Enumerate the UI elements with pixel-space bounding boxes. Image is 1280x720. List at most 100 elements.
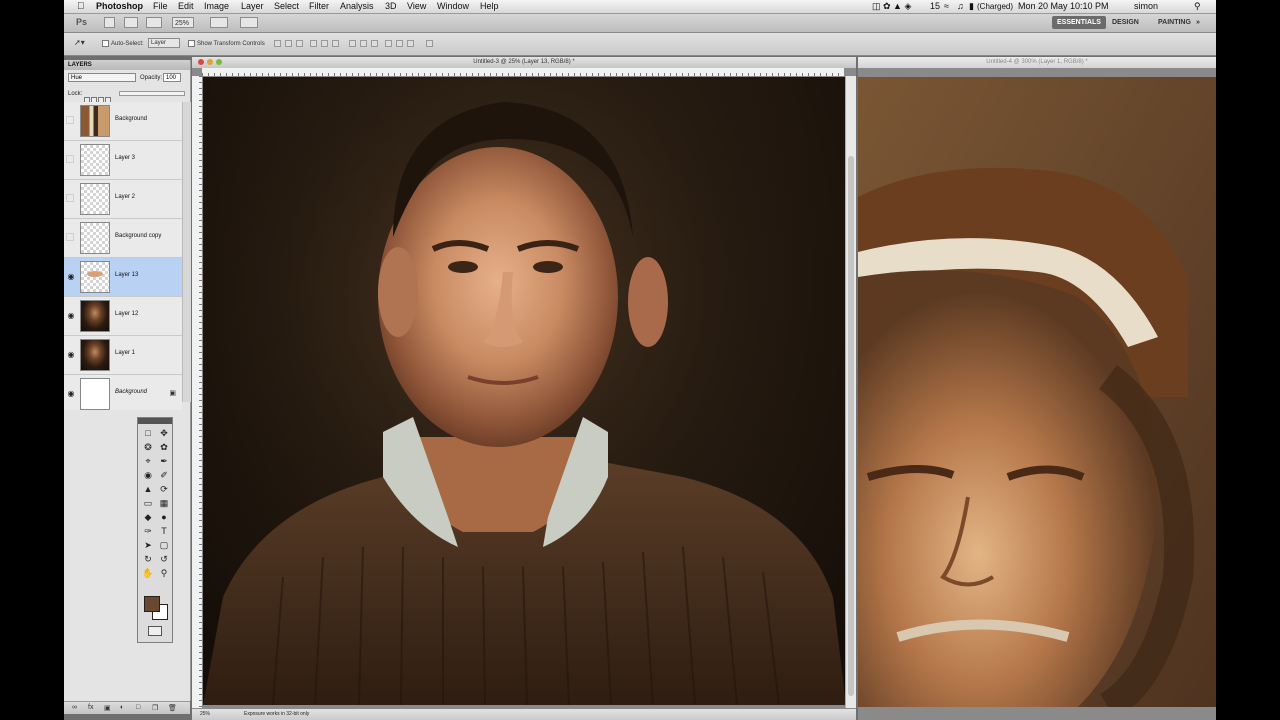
workspace-essentials[interactable]: ESSENTIALS bbox=[1052, 16, 1106, 29]
layer-name[interactable]: Layer 3 bbox=[115, 155, 135, 161]
type-tool-icon[interactable]: T bbox=[156, 524, 172, 538]
clone-stamp-tool-icon[interactable]: ▲ bbox=[140, 482, 156, 496]
add-mask-icon[interactable]: ▣ bbox=[104, 704, 111, 712]
distribute-bottom-icon[interactable] bbox=[371, 40, 378, 47]
zoom-tool-icon[interactable]: ⚲ bbox=[156, 566, 172, 580]
bridge-icon[interactable] bbox=[104, 17, 115, 28]
arrange-documents-icon[interactable] bbox=[210, 17, 228, 28]
auto-select-target-select[interactable]: Layer bbox=[148, 38, 180, 48]
auto-select-checkbox[interactable]: Auto-Select: bbox=[102, 40, 144, 47]
shape-tool-icon[interactable]: ▢ bbox=[156, 538, 172, 552]
menu-window[interactable]: Window bbox=[437, 1, 469, 12]
layer-row[interactable]: Layer 2 bbox=[64, 180, 182, 219]
mini-bridge-icon[interactable] bbox=[124, 17, 138, 28]
visibility-toggle[interactable] bbox=[66, 116, 74, 124]
status-zoom[interactable]: 25% bbox=[200, 709, 210, 720]
workspace-painting[interactable]: PAINTING bbox=[1153, 16, 1196, 29]
wifi-icon[interactable]: ≈ bbox=[944, 1, 949, 12]
eyedropper-tool-icon[interactable]: ✒ bbox=[156, 454, 172, 468]
layers-scrollbar[interactable] bbox=[182, 102, 191, 402]
menu-image[interactable]: Image bbox=[204, 1, 229, 12]
speaker-icon[interactable]: ♫ bbox=[957, 1, 964, 12]
layer-row[interactable]: ◉ Background ▣ bbox=[64, 375, 182, 414]
menu-filter[interactable]: Filter bbox=[309, 1, 329, 12]
more-workspaces-icon[interactable]: » bbox=[1191, 16, 1205, 29]
eraser-tool-icon[interactable]: ▭ bbox=[140, 496, 156, 510]
layer-name[interactable]: Layer 1 bbox=[115, 350, 135, 356]
apple-icon[interactable]:  bbox=[77, 1, 85, 12]
canvas-reference[interactable] bbox=[858, 77, 1216, 707]
menu-help[interactable]: Help bbox=[480, 1, 499, 12]
menu-select[interactable]: Select bbox=[274, 1, 299, 12]
align-vcenter-icon[interactable] bbox=[285, 40, 292, 47]
menu-layer[interactable]: Layer bbox=[241, 1, 264, 12]
align-top-icon[interactable] bbox=[274, 40, 281, 47]
distribute-right-icon[interactable] bbox=[407, 40, 414, 47]
path-select-tool-icon[interactable]: ➤ bbox=[140, 538, 156, 552]
3d-rotate-tool-icon[interactable]: ↻ bbox=[140, 552, 156, 566]
new-group-icon[interactable]: □ bbox=[136, 704, 140, 711]
layer-row[interactable]: Background copy bbox=[64, 219, 182, 258]
move-tool-icon[interactable]: ✥ bbox=[156, 426, 172, 440]
zoom-window-icon[interactable] bbox=[216, 59, 222, 65]
layer-row[interactable]: ◉ Layer 1 bbox=[64, 336, 182, 375]
auto-align-icon[interactable] bbox=[426, 40, 433, 47]
layers-tab[interactable]: LAYERS bbox=[64, 60, 190, 70]
quick-mask-icon[interactable] bbox=[148, 626, 162, 636]
history-brush-tool-icon[interactable]: ⟳ bbox=[156, 482, 172, 496]
distribute-vcenter-icon[interactable] bbox=[360, 40, 367, 47]
dodge-tool-icon[interactable]: ● bbox=[156, 510, 172, 524]
menu-analysis[interactable]: Analysis bbox=[340, 1, 374, 12]
eye-icon[interactable]: ◉ bbox=[66, 389, 76, 399]
menu-file[interactable]: File bbox=[153, 1, 168, 12]
status-icons[interactable]: ◫ ✿ ▲ ◈ bbox=[872, 1, 911, 12]
screen-mode-icon[interactable] bbox=[240, 17, 258, 28]
gradient-tool-icon[interactable]: ▦ bbox=[156, 496, 172, 510]
blend-mode-select[interactable]: Hue bbox=[68, 73, 136, 82]
menu-user[interactable]: simon bbox=[1134, 1, 1158, 12]
align-bottom-icon[interactable] bbox=[296, 40, 303, 47]
scrollbar-thumb[interactable] bbox=[848, 156, 854, 696]
3d-orbit-tool-icon[interactable]: ↺ bbox=[156, 552, 172, 566]
align-right-icon[interactable] bbox=[332, 40, 339, 47]
opacity-input[interactable]: 100 bbox=[163, 73, 181, 82]
document-title-bar[interactable]: Untitled-3 @ 25% (Layer 13, RGB/8) * bbox=[192, 57, 856, 68]
new-layer-icon[interactable]: ❐ bbox=[152, 704, 158, 712]
visibility-toggle[interactable] bbox=[66, 155, 74, 163]
move-tool-preset-icon[interactable]: ➚▾ bbox=[74, 38, 85, 47]
vertical-ruler[interactable] bbox=[192, 76, 203, 708]
lock-options[interactable] bbox=[84, 90, 116, 103]
foreground-color-swatch[interactable] bbox=[144, 596, 160, 612]
eye-icon[interactable]: ◉ bbox=[66, 311, 76, 321]
layer-style-icon[interactable]: fx bbox=[88, 704, 93, 711]
canvas-portrait[interactable] bbox=[203, 77, 846, 705]
distribute-left-icon[interactable] bbox=[385, 40, 392, 47]
layer-name[interactable]: Layer 2 bbox=[115, 194, 135, 200]
menu-edit[interactable]: Edit bbox=[178, 1, 194, 12]
crop-tool-icon[interactable]: ⌖ bbox=[140, 454, 156, 468]
layer-name[interactable]: Background bbox=[115, 116, 147, 122]
document-title-bar[interactable]: Untitled-4 @ 300% (Layer 1, RGB/8) * bbox=[858, 57, 1216, 68]
quick-select-tool-icon[interactable]: ✿ bbox=[156, 440, 172, 454]
zoom-level-select[interactable]: 25% bbox=[172, 17, 194, 28]
spotlight-search-icon[interactable]: ⚲ bbox=[1194, 1, 1201, 12]
menu-3d[interactable]: 3D bbox=[385, 1, 397, 12]
eye-icon[interactable]: ◉ bbox=[66, 350, 76, 360]
distribute-top-icon[interactable] bbox=[349, 40, 356, 47]
distribute-hcenter-icon[interactable] bbox=[396, 40, 403, 47]
view-extras-icon[interactable] bbox=[146, 17, 162, 28]
lasso-tool-icon[interactable]: ❂ bbox=[140, 440, 156, 454]
layer-row[interactable]: ◉ Layer 12 bbox=[64, 297, 182, 336]
layer-name[interactable]: Layer 12 bbox=[115, 311, 138, 317]
blur-tool-icon[interactable]: ◆ bbox=[140, 510, 156, 524]
pen-tool-icon[interactable]: ✑ bbox=[140, 524, 156, 538]
align-hcenter-icon[interactable] bbox=[321, 40, 328, 47]
battery-icon[interactable]: ▮ bbox=[969, 1, 974, 12]
link-layers-icon[interactable]: ∞ bbox=[72, 704, 77, 711]
menu-clock[interactable]: Mon 20 May 10:10 PM bbox=[1018, 1, 1109, 12]
workspace-design[interactable]: DESIGN bbox=[1107, 16, 1144, 29]
brush-tool-icon[interactable]: ✐ bbox=[156, 468, 172, 482]
healing-brush-tool-icon[interactable]: ◉ bbox=[140, 468, 156, 482]
layer-row[interactable]: Layer 3 bbox=[64, 141, 182, 180]
app-menu[interactable]: Photoshop bbox=[96, 1, 143, 12]
